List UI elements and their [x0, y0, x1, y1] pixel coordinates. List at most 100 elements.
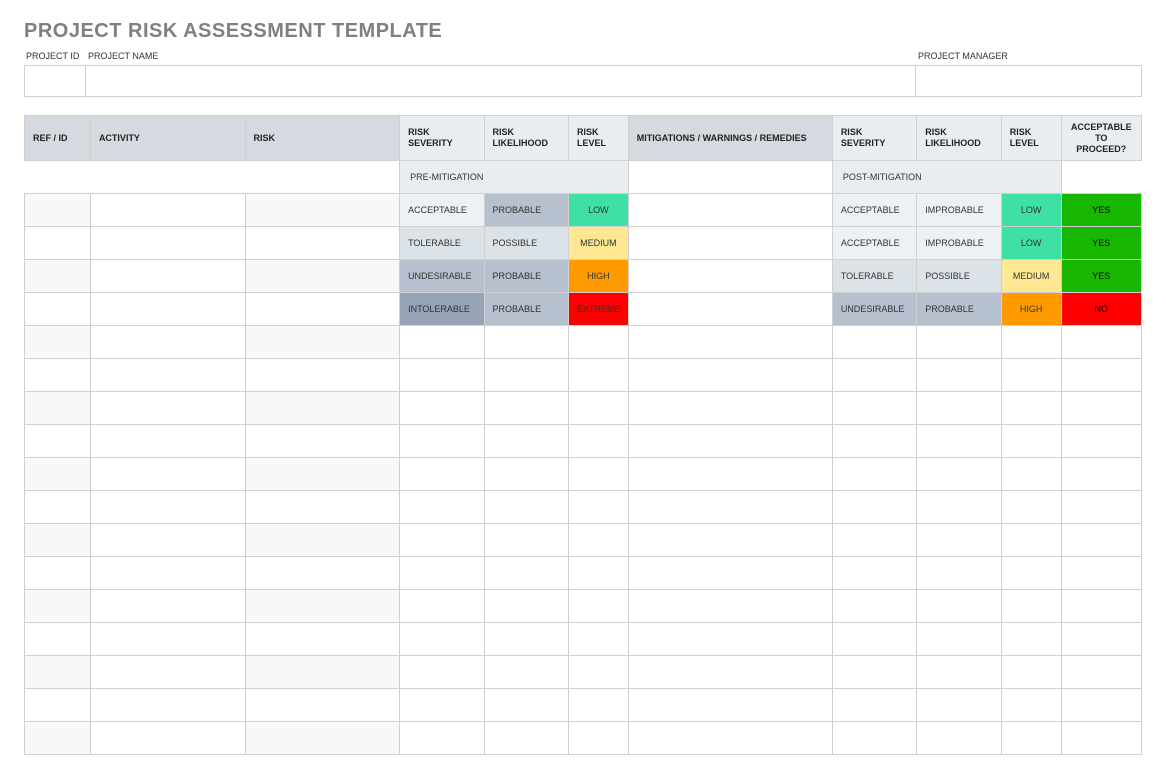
- cell-post-likelihood[interactable]: POSSIBLE: [917, 260, 1001, 293]
- cell-activity[interactable]: [90, 425, 245, 458]
- cell-pre-level[interactable]: [569, 689, 629, 722]
- cell-mitigations[interactable]: [628, 359, 832, 392]
- cell-pre-level[interactable]: [569, 722, 629, 755]
- cell-mitigations[interactable]: [628, 260, 832, 293]
- cell-ref[interactable]: [25, 557, 91, 590]
- cell-ref[interactable]: [25, 458, 91, 491]
- cell-risk[interactable]: [245, 326, 400, 359]
- cell-proceed[interactable]: [1061, 491, 1141, 524]
- cell-ref[interactable]: [25, 722, 91, 755]
- cell-mitigations[interactable]: [628, 194, 832, 227]
- cell-mitigations[interactable]: [628, 293, 832, 326]
- cell-pre-likelihood[interactable]: [484, 458, 568, 491]
- cell-pre-severity[interactable]: [400, 623, 484, 656]
- cell-proceed[interactable]: [1061, 326, 1141, 359]
- cell-pre-severity[interactable]: [400, 458, 484, 491]
- cell-mitigations[interactable]: [628, 458, 832, 491]
- cell-proceed[interactable]: [1061, 392, 1141, 425]
- cell-ref[interactable]: [25, 491, 91, 524]
- cell-activity[interactable]: [90, 326, 245, 359]
- cell-pre-level[interactable]: [569, 491, 629, 524]
- cell-post-likelihood[interactable]: [917, 359, 1001, 392]
- cell-mitigations[interactable]: [628, 722, 832, 755]
- cell-post-severity[interactable]: [832, 689, 916, 722]
- cell-proceed[interactable]: [1061, 623, 1141, 656]
- cell-ref[interactable]: [25, 326, 91, 359]
- cell-pre-severity[interactable]: [400, 326, 484, 359]
- cell-ref[interactable]: [25, 425, 91, 458]
- cell-post-severity[interactable]: [832, 524, 916, 557]
- cell-pre-severity[interactable]: [400, 689, 484, 722]
- cell-pre-level[interactable]: [569, 557, 629, 590]
- cell-post-likelihood[interactable]: [917, 722, 1001, 755]
- cell-post-level[interactable]: [1001, 326, 1061, 359]
- cell-pre-severity[interactable]: [400, 590, 484, 623]
- cell-post-level[interactable]: [1001, 722, 1061, 755]
- cell-proceed[interactable]: [1061, 557, 1141, 590]
- cell-pre-level[interactable]: [569, 326, 629, 359]
- cell-mitigations[interactable]: [628, 326, 832, 359]
- cell-proceed[interactable]: [1061, 689, 1141, 722]
- cell-post-severity[interactable]: UNDESIRABLE: [832, 293, 916, 326]
- cell-post-level[interactable]: LOW: [1001, 194, 1061, 227]
- cell-post-level[interactable]: MEDIUM: [1001, 260, 1061, 293]
- cell-pre-level[interactable]: [569, 524, 629, 557]
- cell-mitigations[interactable]: [628, 491, 832, 524]
- cell-activity[interactable]: [90, 722, 245, 755]
- cell-ref[interactable]: [25, 227, 91, 260]
- cell-pre-severity[interactable]: [400, 359, 484, 392]
- cell-mitigations[interactable]: [628, 524, 832, 557]
- cell-activity[interactable]: [90, 260, 245, 293]
- cell-pre-severity[interactable]: [400, 656, 484, 689]
- cell-pre-likelihood[interactable]: [484, 557, 568, 590]
- cell-pre-level[interactable]: [569, 359, 629, 392]
- cell-pre-likelihood[interactable]: POSSIBLE: [484, 227, 568, 260]
- cell-post-severity[interactable]: [832, 722, 916, 755]
- cell-pre-level[interactable]: EXTREME: [569, 293, 629, 326]
- cell-pre-level[interactable]: HIGH: [569, 260, 629, 293]
- cell-pre-likelihood[interactable]: PROBABLE: [484, 194, 568, 227]
- cell-ref[interactable]: [25, 590, 91, 623]
- cell-mitigations[interactable]: [628, 623, 832, 656]
- cell-post-level[interactable]: LOW: [1001, 227, 1061, 260]
- cell-proceed[interactable]: NO: [1061, 293, 1141, 326]
- cell-pre-likelihood[interactable]: [484, 656, 568, 689]
- cell-activity[interactable]: [90, 293, 245, 326]
- cell-post-likelihood[interactable]: [917, 392, 1001, 425]
- cell-ref[interactable]: [25, 260, 91, 293]
- cell-pre-level[interactable]: [569, 425, 629, 458]
- cell-risk[interactable]: [245, 623, 400, 656]
- cell-risk[interactable]: [245, 293, 400, 326]
- cell-ref[interactable]: [25, 392, 91, 425]
- cell-pre-likelihood[interactable]: [484, 689, 568, 722]
- cell-post-likelihood[interactable]: [917, 458, 1001, 491]
- cell-risk[interactable]: [245, 491, 400, 524]
- cell-pre-likelihood[interactable]: [484, 326, 568, 359]
- cell-ref[interactable]: [25, 293, 91, 326]
- cell-risk[interactable]: [245, 557, 400, 590]
- cell-ref[interactable]: [25, 194, 91, 227]
- cell-risk[interactable]: [245, 722, 400, 755]
- cell-pre-severity[interactable]: UNDESIRABLE: [400, 260, 484, 293]
- cell-pre-severity[interactable]: [400, 491, 484, 524]
- cell-post-likelihood[interactable]: [917, 590, 1001, 623]
- cell-post-likelihood[interactable]: [917, 326, 1001, 359]
- project-manager-input[interactable]: [916, 65, 1142, 97]
- cell-pre-likelihood[interactable]: PROBABLE: [484, 293, 568, 326]
- cell-post-likelihood[interactable]: IMPROBABLE: [917, 194, 1001, 227]
- cell-post-level[interactable]: [1001, 656, 1061, 689]
- cell-proceed[interactable]: YES: [1061, 227, 1141, 260]
- cell-ref[interactable]: [25, 623, 91, 656]
- cell-pre-likelihood[interactable]: [484, 359, 568, 392]
- cell-risk[interactable]: [245, 392, 400, 425]
- cell-proceed[interactable]: [1061, 656, 1141, 689]
- cell-post-severity[interactable]: [832, 656, 916, 689]
- cell-post-level[interactable]: [1001, 590, 1061, 623]
- cell-post-severity[interactable]: TOLERABLE: [832, 260, 916, 293]
- cell-post-severity[interactable]: [832, 491, 916, 524]
- cell-risk[interactable]: [245, 194, 400, 227]
- cell-risk[interactable]: [245, 656, 400, 689]
- cell-activity[interactable]: [90, 194, 245, 227]
- cell-proceed[interactable]: YES: [1061, 194, 1141, 227]
- cell-pre-severity[interactable]: [400, 425, 484, 458]
